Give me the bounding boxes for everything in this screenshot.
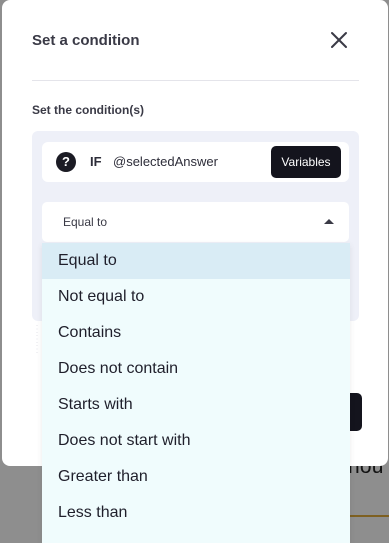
question-icon[interactable]: ? [56,152,76,172]
close-icon[interactable] [329,30,349,50]
option-does-not-start-with[interactable]: Does not start with [42,423,350,459]
option-equal-to[interactable]: Equal to [42,243,350,279]
variables-button[interactable]: Variables [271,146,341,178]
option-does-not-contain[interactable]: Does not contain [42,351,350,387]
if-label: IF [90,154,102,169]
option-contains[interactable]: Contains [42,315,350,351]
if-row: ? IF @selectedAnswer Variables [42,142,349,182]
option-less-than[interactable]: Less than [42,495,350,531]
option-starts-with[interactable]: Starts with [42,387,350,423]
caret-up-icon [324,219,334,224]
option-greater-than[interactable]: Greater than [42,459,350,495]
operator-dropdown-list: Equal to Not equal to Contains Does not … [42,243,350,543]
modal-title: Set a condition [32,32,140,49]
header-divider [32,80,359,81]
section-label: Set the condition(s) [32,103,144,117]
partially-hidden-button[interactable] [350,393,362,431]
operator-select[interactable]: Equal to [42,202,349,242]
operator-select-value: Equal to [63,215,108,229]
option-not-equal-to[interactable]: Not equal to [42,279,350,315]
faint-dots: ⋮ ⋮ ⋮ [32,324,42,355]
variable-name[interactable]: @selectedAnswer [113,154,218,169]
